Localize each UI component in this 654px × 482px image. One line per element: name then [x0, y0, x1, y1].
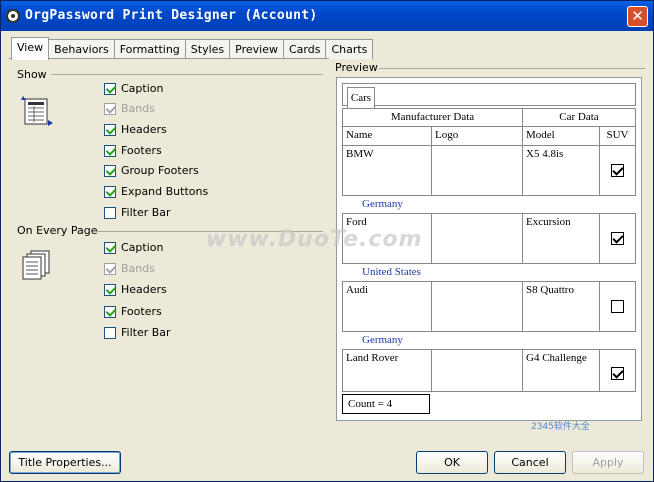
checkbox-label: Expand Buttons — [121, 185, 209, 198]
group-row: Germany — [342, 196, 636, 214]
checkbox-box — [104, 164, 116, 177]
checkbox-label: Headers — [121, 123, 167, 136]
cell-name: Land Rover — [342, 350, 432, 392]
show-group-footers-checkbox[interactable]: Group Footers — [104, 164, 199, 177]
checkbox-box — [104, 123, 116, 136]
checkbox-label: Bands — [121, 102, 155, 115]
checkbox-label: Footers — [121, 144, 162, 157]
column-header-name: Name — [342, 127, 432, 146]
on-every-page-label: On Every Page — [17, 224, 98, 237]
show-filter-bar-checkbox[interactable]: Filter Bar — [104, 206, 171, 219]
suv-checkbox — [611, 232, 624, 245]
checkbox-box — [104, 283, 116, 296]
cell-suv — [600, 282, 636, 332]
preview-label: Preview — [335, 61, 378, 74]
checkbox-box — [104, 185, 116, 198]
tab-styles[interactable]: Styles — [184, 39, 231, 59]
preview-tab-bar: Cars — [342, 83, 636, 109]
group-row: United States — [342, 264, 636, 282]
title-bar[interactable]: OrgPassword Print Designer (Account) ✕ — [1, 1, 653, 31]
page-caption-checkbox[interactable]: Caption — [104, 241, 163, 254]
checkbox-box — [104, 305, 116, 318]
checkbox-label: Footers — [121, 305, 162, 318]
cell-suv — [600, 214, 636, 264]
cell-logo — [432, 282, 523, 332]
suv-checkbox — [611, 367, 624, 380]
column-header-suv: SUV — [600, 127, 636, 146]
table-show-icon — [21, 96, 53, 126]
cell-model: S8 Quattro — [523, 282, 600, 332]
cancel-button[interactable]: Cancel — [494, 451, 566, 474]
show-headers-checkbox[interactable]: Headers — [104, 123, 167, 136]
checkbox-box — [104, 102, 116, 115]
cell-name: BMW — [342, 146, 432, 196]
cell-suv — [600, 350, 636, 392]
cell-name: Audi — [342, 282, 432, 332]
cell-model: X5 4.8is — [523, 146, 600, 196]
tab-cards[interactable]: Cards — [282, 39, 327, 59]
checkbox-box — [104, 82, 116, 95]
pages-icon — [22, 250, 50, 280]
cell-logo — [432, 146, 523, 196]
page-filter-bar-checkbox[interactable]: Filter Bar — [104, 326, 171, 339]
tab-preview[interactable]: Preview — [229, 39, 284, 59]
band-car: Car Data — [523, 108, 636, 127]
corner-watermark: 2345软件大全 — [531, 422, 590, 432]
cell-logo — [432, 214, 523, 264]
column-header-model: Model — [523, 127, 600, 146]
checkbox-box — [104, 326, 116, 339]
checkbox-box — [104, 262, 116, 275]
close-button[interactable]: ✕ — [627, 6, 648, 27]
tab-charts[interactable]: Charts — [325, 39, 374, 59]
suv-checkbox — [611, 164, 624, 177]
window-title: OrgPassword Print Designer (Account) — [25, 8, 318, 23]
show-group-label: Show — [17, 68, 47, 81]
cell-model: Excursion — [523, 214, 600, 264]
page-headers-checkbox[interactable]: Headers — [104, 283, 167, 296]
band-manufacturer: Manufacturer Data — [342, 108, 523, 127]
checkbox-box — [104, 144, 116, 157]
preview-tab-cars: Cars — [347, 87, 375, 109]
cell-suv — [600, 146, 636, 196]
checkbox-box — [104, 206, 116, 219]
column-header-logo: Logo — [432, 127, 523, 146]
title-properties-button[interactable]: Title Properties... — [9, 451, 121, 474]
checkbox-label: Headers — [121, 283, 167, 296]
dialog-window: OrgPassword Print Designer (Account) ✕ V… — [0, 0, 654, 482]
cell-model: G4 Challenge — [523, 350, 600, 392]
checkbox-label: Filter Bar — [121, 326, 171, 339]
show-footers-checkbox[interactable]: Footers — [104, 144, 162, 157]
show-bands-checkbox: Bands — [104, 102, 155, 115]
cell-logo — [432, 350, 523, 392]
suv-checkbox — [611, 300, 624, 313]
group-row: Germany — [342, 332, 636, 350]
checkbox-label: Caption — [121, 241, 164, 254]
show-caption-checkbox[interactable]: Caption — [104, 82, 163, 95]
page-bands-checkbox: Bands — [104, 262, 155, 275]
app-icon — [6, 9, 20, 23]
page-footers-checkbox[interactable]: Footers — [104, 305, 162, 318]
checkbox-label: Group Footers — [121, 164, 199, 177]
apply-button: Apply — [572, 451, 644, 474]
show-group-divider — [51, 74, 323, 75]
watermark-text: www.DuoTe.com — [206, 227, 423, 252]
checkbox-label: Caption — [121, 82, 164, 95]
checkbox-box — [104, 241, 116, 254]
preview-divider — [379, 68, 645, 69]
count-footer: Count = 4 — [342, 394, 430, 414]
tab-strip: View Behaviors Formatting Styles Preview… — [11, 37, 374, 60]
tab-view[interactable]: View — [11, 37, 50, 60]
show-expand-buttons-checkbox[interactable]: Expand Buttons — [104, 185, 208, 198]
checkbox-label: Filter Bar — [121, 206, 171, 219]
checkbox-label: Bands — [121, 262, 155, 275]
tab-behaviors[interactable]: Behaviors — [48, 39, 115, 59]
tab-formatting[interactable]: Formatting — [113, 39, 186, 59]
ok-button[interactable]: OK — [416, 451, 488, 474]
